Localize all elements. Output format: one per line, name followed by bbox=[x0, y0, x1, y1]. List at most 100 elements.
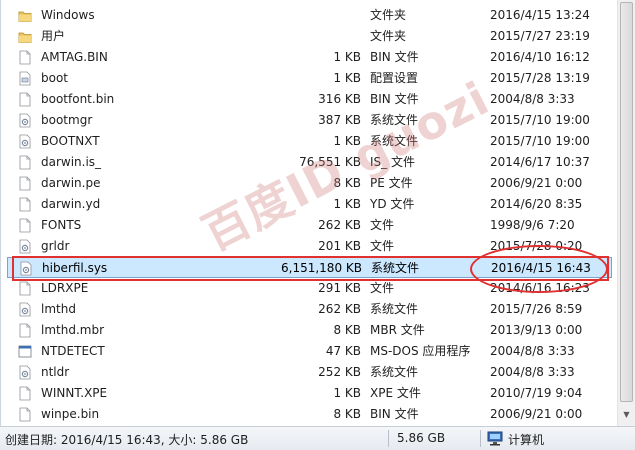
file-size: 1 KB bbox=[333, 386, 361, 400]
file-type: BIN 文件 bbox=[370, 407, 419, 421]
file-date: 2015/7/26 8:59 bbox=[490, 302, 583, 316]
file-size: 291 KB bbox=[318, 281, 361, 295]
file-icon bbox=[18, 176, 32, 191]
file-row[interactable]: hiberfil.sys 6,151,180 KB 系统文件 2016/4/15 16… bbox=[7, 257, 612, 278]
file-row[interactable]: AMTAG.BIN 1 KB BIN 文件 2016/4/10 16:12 bbox=[7, 47, 612, 68]
file-row[interactable]: WINNT.XPE 1 KB XPE 文件 2010/7/19 9:04 bbox=[7, 383, 612, 404]
status-summary: 创建日期: 2016/4/15 16:43, 大小: 5.86 GB bbox=[5, 433, 249, 447]
file-name: NTDETECT bbox=[41, 344, 105, 358]
app-icon bbox=[18, 344, 32, 359]
system-file-icon bbox=[18, 302, 32, 317]
file-row[interactable]: BOOTNXT 1 KB 系统文件 2015/7/10 19:00 bbox=[7, 131, 612, 152]
file-name: 用户 bbox=[41, 29, 66, 43]
file-name: darwin.pe bbox=[41, 176, 101, 190]
status-divider bbox=[480, 430, 481, 447]
file-row[interactable]: bootmgr 387 KB 系统文件 2015/7/10 19:00 bbox=[7, 110, 612, 131]
file-row[interactable]: darwin.is_ 76,551 KB IS_ 文件 2014/6/17 10:37 bbox=[7, 152, 612, 173]
file-size: 1 KB bbox=[333, 197, 361, 211]
file-type: 系统文件 bbox=[370, 302, 419, 316]
file-row[interactable]: lmthd 262 KB 系统文件 2015/7/26 8:59 bbox=[7, 299, 612, 320]
system-file-icon bbox=[18, 113, 32, 128]
settings-file-icon bbox=[18, 71, 32, 86]
file-date: 2004/8/8 3:33 bbox=[490, 92, 575, 106]
file-date: 2006/9/21 0:00 bbox=[490, 176, 583, 190]
file-date: 2004/8/8 3:33 bbox=[490, 344, 575, 358]
file-icon bbox=[18, 155, 32, 170]
file-icon bbox=[18, 50, 32, 65]
file-size: 252 KB bbox=[318, 365, 361, 379]
file-type: 文件夹 bbox=[370, 8, 407, 22]
file-type: BIN 文件 bbox=[370, 50, 419, 64]
file-row[interactable]: LDRXPE 291 KB 文件 2014/6/16 16:23 bbox=[7, 278, 612, 299]
file-type: 系统文件 bbox=[370, 365, 419, 379]
file-size: 1 KB bbox=[333, 134, 361, 148]
file-type: MBR 文件 bbox=[370, 323, 425, 337]
file-row[interactable]: darwin.yd 1 KB YD 文件 2014/6/20 8:35 bbox=[7, 194, 612, 215]
file-date: 2010/7/19 9:04 bbox=[490, 386, 583, 400]
file-size: 316 KB bbox=[318, 92, 361, 106]
file-name: lmthd.mbr bbox=[41, 323, 105, 337]
file-date: 2016/4/10 16:12 bbox=[490, 50, 590, 64]
status-location: 计算机 bbox=[508, 433, 545, 447]
file-date: 2016/4/15 13:24 bbox=[490, 8, 590, 22]
file-icon bbox=[18, 323, 32, 338]
file-type: PE 文件 bbox=[370, 176, 413, 190]
file-name: ntldr bbox=[41, 365, 70, 379]
file-size: 47 KB bbox=[325, 344, 361, 358]
file-row[interactable]: lmthd.mbr 8 KB MBR 文件 2013/9/13 0:00 bbox=[7, 320, 612, 341]
file-icon bbox=[18, 92, 32, 107]
file-name: winpe.bin bbox=[41, 407, 100, 421]
file-date: 2016/4/15 16:43 bbox=[491, 261, 591, 275]
file-name: WINNT.XPE bbox=[41, 386, 108, 400]
file-size: 387 KB bbox=[318, 113, 361, 127]
file-type: 文件夹 bbox=[370, 29, 407, 43]
file-list: Windows 文件夹 2016/4/15 13:24 用户 文件夹 2015/7/27 … bbox=[0, 0, 618, 426]
file-row[interactable]: grldr 201 KB 文件 2015/7/28 0:20 bbox=[7, 236, 612, 257]
file-name: Windows bbox=[41, 8, 95, 22]
file-row[interactable]: winpe.bin 8 KB BIN 文件 2006/9/21 0:00 bbox=[7, 404, 612, 425]
system-file-icon bbox=[18, 134, 32, 149]
file-size: 8 KB bbox=[333, 407, 361, 421]
file-size: 262 KB bbox=[318, 218, 361, 232]
file-size: 8 KB bbox=[333, 323, 361, 337]
system-file-icon bbox=[19, 261, 33, 276]
file-name: darwin.yd bbox=[41, 197, 101, 211]
vertical-scrollbar[interactable]: ▼ bbox=[617, 0, 635, 426]
file-row[interactable]: boot 1 KB 配置设置 2015/7/28 13:19 bbox=[7, 68, 612, 89]
file-name: bootmgr bbox=[41, 113, 93, 127]
file-date: 1998/9/6 7:20 bbox=[490, 218, 575, 232]
file-date: 2015/7/27 23:19 bbox=[490, 29, 590, 43]
file-date: 2004/8/8 3:33 bbox=[490, 365, 575, 379]
file-row[interactable]: bootfont.bin 316 KB BIN 文件 2004/8/8 3:33 bbox=[7, 89, 612, 110]
file-size: 262 KB bbox=[318, 302, 361, 316]
file-type: XPE 文件 bbox=[370, 386, 421, 400]
file-date: 2006/9/21 0:00 bbox=[490, 407, 583, 421]
file-date: 2015/7/10 19:00 bbox=[490, 134, 590, 148]
file-icon bbox=[18, 386, 32, 401]
file-name: grldr bbox=[41, 239, 70, 253]
file-row[interactable]: FONTS 262 KB 文件 1998/9/6 7:20 bbox=[7, 215, 612, 236]
file-name: FONTS bbox=[41, 218, 82, 232]
file-date: 2014/6/20 8:35 bbox=[490, 197, 583, 211]
file-size: 1 KB bbox=[333, 50, 361, 64]
scrollbar-thumb[interactable] bbox=[620, 2, 633, 402]
file-row[interactable]: darwin.pe 8 KB PE 文件 2006/9/21 0:00 bbox=[7, 173, 612, 194]
file-date: 2015/7/28 13:19 bbox=[490, 71, 590, 85]
file-icon bbox=[18, 407, 32, 422]
file-row[interactable]: Windows 文件夹 2016/4/15 13:24 bbox=[7, 5, 612, 26]
file-row[interactable]: 用户 文件夹 2015/7/27 23:19 bbox=[7, 26, 612, 47]
scroll-down-arrow-icon[interactable]: ▼ bbox=[620, 408, 633, 422]
folder-icon bbox=[18, 29, 32, 44]
file-row[interactable]: NTDETECT 47 KB MS-DOS 应用程序 2004/8/8 3:33 bbox=[7, 341, 612, 362]
system-file-icon bbox=[18, 239, 32, 254]
file-date: 2014/6/16 16:23 bbox=[490, 281, 590, 295]
file-row[interactable]: ntldr 252 KB 系统文件 2004/8/8 3:33 bbox=[7, 362, 612, 383]
file-size: 201 KB bbox=[318, 239, 361, 253]
file-size: 76,551 KB bbox=[299, 155, 361, 169]
file-size: 1 KB bbox=[333, 71, 361, 85]
file-type: YD 文件 bbox=[370, 197, 415, 211]
file-name: BOOTNXT bbox=[41, 134, 100, 148]
file-type: 文件 bbox=[370, 218, 395, 232]
file-icon bbox=[18, 197, 32, 212]
file-date: 2015/7/10 19:00 bbox=[490, 113, 590, 127]
